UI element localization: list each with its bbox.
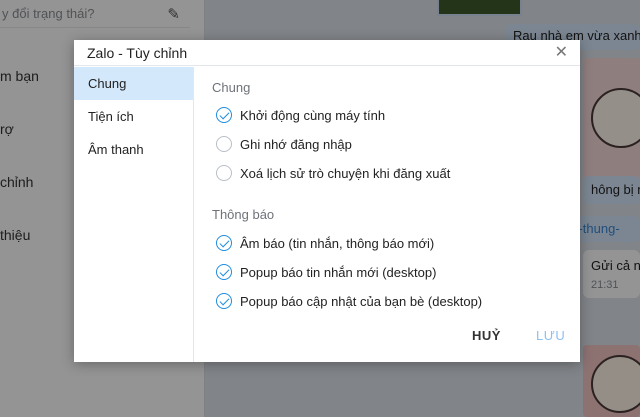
dialog-title: Zalo - Tùy chỉnh [87,44,188,61]
close-icon[interactable]: ✕ [555,44,568,61]
option-popup-friend-update[interactable]: Popup báo cập nhật của bạn bè (desktop) [216,293,482,309]
option-label: Âm báo (tin nhắn, thông báo mới) [240,235,435,251]
option-label: Popup báo cập nhật của bạn bè (desktop) [240,293,483,309]
checked-circle-icon[interactable] [216,264,232,280]
dialog-header: Zalo - Tùy chỉnh ✕ [74,40,580,66]
settings-content: Chung Khởi động cùng máy tính Ghi nhớ đă… [212,67,572,362]
section-title-notifications: Thông báo [212,207,275,222]
dialog-footer: HUỶ LƯU [220,322,580,362]
settings-sidebar: Chung Tiện ích Âm thanh [74,67,194,362]
checked-circle-icon[interactable] [216,235,232,251]
option-popup-new-message[interactable]: Popup báo tin nhắn mới (desktop) [216,264,436,280]
tab-sound[interactable]: Âm thanh [74,133,193,166]
checked-circle-icon[interactable] [216,107,232,123]
tab-label: Chung [88,76,127,91]
checked-circle-icon[interactable] [216,293,232,309]
option-remember-login[interactable]: Ghi nhớ đăng nhập [216,136,352,152]
tab-label: Tiện ích [88,109,134,124]
tab-general[interactable]: Chung [74,67,193,100]
save-button[interactable]: LƯU [536,328,565,343]
tab-utilities[interactable]: Tiện ích [74,100,193,133]
unchecked-circle-icon[interactable] [216,165,232,181]
option-label: Khởi động cùng máy tính [240,107,386,123]
option-label: Ghi nhớ đăng nhập [240,136,352,152]
section-title-general: Chung [212,80,251,95]
settings-dialog: Zalo - Tùy chỉnh ✕ Chung Tiện ích Âm tha… [74,40,580,362]
cancel-button[interactable]: HUỶ [472,328,501,343]
option-sound-notification[interactable]: Âm báo (tin nhắn, thông báo mới) [216,235,434,251]
option-label: Xoá lịch sử trò chuyện khi đăng xuất [240,165,451,181]
dialog-body: Chung Tiện ích Âm thanh Chung Khởi động … [74,67,580,362]
option-start-with-computer[interactable]: Khởi động cùng máy tính [216,107,385,123]
unchecked-circle-icon[interactable] [216,136,232,152]
tab-label: Âm thanh [88,142,144,157]
option-clear-history-on-logout[interactable]: Xoá lịch sử trò chuyện khi đăng xuất [216,165,450,181]
option-label: Popup báo tin nhắn mới (desktop) [240,264,437,280]
